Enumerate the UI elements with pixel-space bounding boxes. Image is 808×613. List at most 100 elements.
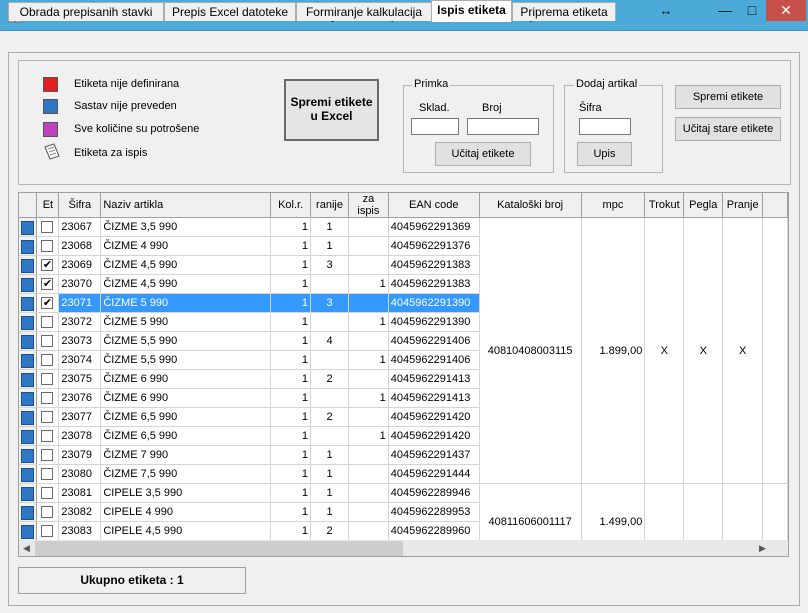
et-cell[interactable] — [36, 312, 60, 332]
et-checkbox[interactable]: ✔ — [41, 297, 54, 310]
sifra-input[interactable] — [579, 118, 631, 135]
col-header-pegla[interactable]: Pegla — [683, 193, 724, 218]
blue-legend-icon — [43, 99, 58, 114]
maximize-button[interactable]: □ — [739, 0, 765, 21]
spremi-etikete-button[interactable]: Spremi etikete — [675, 85, 781, 109]
et-checkbox[interactable] — [41, 506, 54, 519]
et-checkbox[interactable] — [41, 221, 54, 234]
labels-grid[interactable]: Et Šifra Naziv artikla Kol.r. ranije za … — [18, 192, 789, 557]
et-cell[interactable]: ✔ — [36, 255, 60, 275]
row-indicator[interactable] — [19, 407, 38, 427]
et-checkbox[interactable] — [41, 373, 54, 386]
sklad-input[interactable] — [411, 118, 459, 135]
table-row[interactable]: 23081 CIPELE 3,5 990 1 1 4045962289946 408116… — [19, 483, 788, 556]
et-checkbox[interactable]: ✔ — [41, 259, 54, 272]
close-button[interactable]: ✕ — [766, 0, 806, 21]
tab-obrada[interactable]: Obrada prepisanih stavki — [8, 2, 164, 21]
ranije-cell: 4 — [310, 331, 349, 351]
et-checkbox[interactable] — [41, 430, 54, 443]
col-header-pranje[interactable]: Pranje — [722, 193, 764, 218]
et-checkbox[interactable] — [41, 487, 54, 500]
et-cell[interactable] — [36, 236, 60, 256]
et-checkbox[interactable]: ✔ — [41, 278, 54, 291]
et-checkbox[interactable] — [41, 392, 54, 405]
col-header-kol[interactable]: Kol.r. — [270, 193, 312, 218]
et-cell[interactable] — [36, 445, 60, 465]
kol-cell: 1 — [270, 350, 312, 370]
zaispis-cell: 1 — [348, 274, 389, 294]
row-indicator[interactable] — [19, 236, 38, 256]
et-cell[interactable] — [36, 502, 60, 522]
et-cell[interactable]: ✔ — [36, 274, 60, 294]
et-checkbox[interactable] — [41, 525, 54, 538]
scroll-left-icon[interactable]: ◀ — [23, 543, 30, 554]
col-header-katalog[interactable]: Kataloški broj — [479, 193, 582, 218]
spremi-u-excel-button[interactable]: Spremi etikete u Excel — [284, 79, 379, 141]
et-cell[interactable] — [36, 350, 60, 370]
et-cell[interactable] — [36, 521, 60, 541]
col-header-naziv[interactable]: Naziv artikla — [100, 193, 272, 218]
et-checkbox[interactable] — [41, 468, 54, 481]
ucitaj-etikete-button[interactable]: Učitaj etikete — [435, 142, 531, 166]
row-indicator[interactable] — [19, 255, 38, 275]
et-checkbox[interactable] — [41, 449, 54, 462]
resize-icon[interactable]: ↔ — [655, 0, 677, 21]
et-cell[interactable]: ✔ — [36, 293, 60, 313]
et-cell[interactable] — [36, 217, 60, 237]
horizontal-scroll-thumb[interactable] — [35, 541, 403, 556]
upis-button[interactable]: Upis — [577, 142, 632, 166]
horizontal-scrollbar[interactable]: ◀ ▶ — [19, 540, 788, 556]
row-indicator[interactable] — [19, 483, 38, 503]
col-header-ranije[interactable]: ranije — [310, 193, 349, 218]
tab-ispis-etiketa[interactable]: Ispis etiketa — [431, 0, 512, 22]
row-indicator[interactable] — [19, 445, 38, 465]
et-cell[interactable] — [36, 331, 60, 351]
naziv-cell: ČIZME 6,5 990 — [100, 407, 272, 427]
broj-input[interactable] — [467, 118, 539, 135]
et-cell[interactable] — [36, 483, 60, 503]
et-checkbox[interactable] — [41, 316, 54, 329]
et-cell[interactable] — [36, 426, 60, 446]
row-indicator[interactable] — [19, 521, 38, 541]
col-header-zaispis[interactable]: za ispis — [348, 193, 389, 218]
et-cell[interactable] — [36, 407, 60, 427]
tab-prepis[interactable]: Prepis Excel datoteke — [164, 2, 296, 21]
row-indicator[interactable] — [19, 274, 38, 294]
col-header-sifra[interactable]: Šifra — [58, 193, 102, 218]
tab-priprema[interactable]: Priprema etiketa — [512, 2, 616, 21]
naziv-cell: CIPELE 4,5 990 — [100, 521, 272, 541]
row-indicator[interactable] — [19, 502, 38, 522]
row-indicator[interactable] — [19, 312, 38, 332]
et-cell[interactable] — [36, 464, 60, 484]
et-checkbox[interactable] — [41, 411, 54, 424]
minimize-button[interactable]: — — [712, 0, 738, 21]
table-row[interactable]: 23067 ČIZME 3,5 990 1 1 4045962291369 4081040… — [19, 217, 788, 484]
col-header-et[interactable]: Et — [36, 193, 60, 218]
col-header-trokut[interactable]: Trokut — [644, 193, 685, 218]
ranije-cell: 2 — [310, 369, 349, 389]
row-indicator[interactable] — [19, 464, 38, 484]
col-header-ean[interactable]: EAN code — [388, 193, 480, 218]
naziv-cell: ČIZME 7,5 990 — [100, 464, 272, 484]
red-legend-icon — [43, 77, 58, 92]
tab-formiranje[interactable]: Formiranje kalkulacija — [296, 2, 432, 21]
legend-label: Sastav nije preveden — [74, 100, 177, 112]
et-cell[interactable] — [36, 388, 60, 408]
et-checkbox[interactable] — [41, 335, 54, 348]
row-indicator[interactable] — [19, 426, 38, 446]
row-indicator[interactable] — [19, 331, 38, 351]
et-checkbox[interactable] — [41, 354, 54, 367]
row-indicator[interactable] — [19, 388, 38, 408]
et-cell[interactable] — [36, 369, 60, 389]
scroll-right-icon[interactable]: ▶ — [759, 543, 766, 554]
col-header-mpc[interactable]: mpc — [581, 193, 646, 218]
sifra-label: Šifra — [579, 102, 602, 114]
et-checkbox[interactable] — [41, 240, 54, 253]
ean-cell: 4045962289960 — [388, 521, 480, 541]
row-indicator[interactable] — [19, 217, 38, 237]
row-indicator[interactable] — [19, 369, 38, 389]
ranije-cell: 3 — [310, 293, 349, 313]
row-indicator[interactable] — [19, 350, 38, 370]
ucitaj-stare-etikete-button[interactable]: Učitaj stare etikete — [675, 117, 781, 141]
row-indicator[interactable] — [19, 293, 38, 313]
